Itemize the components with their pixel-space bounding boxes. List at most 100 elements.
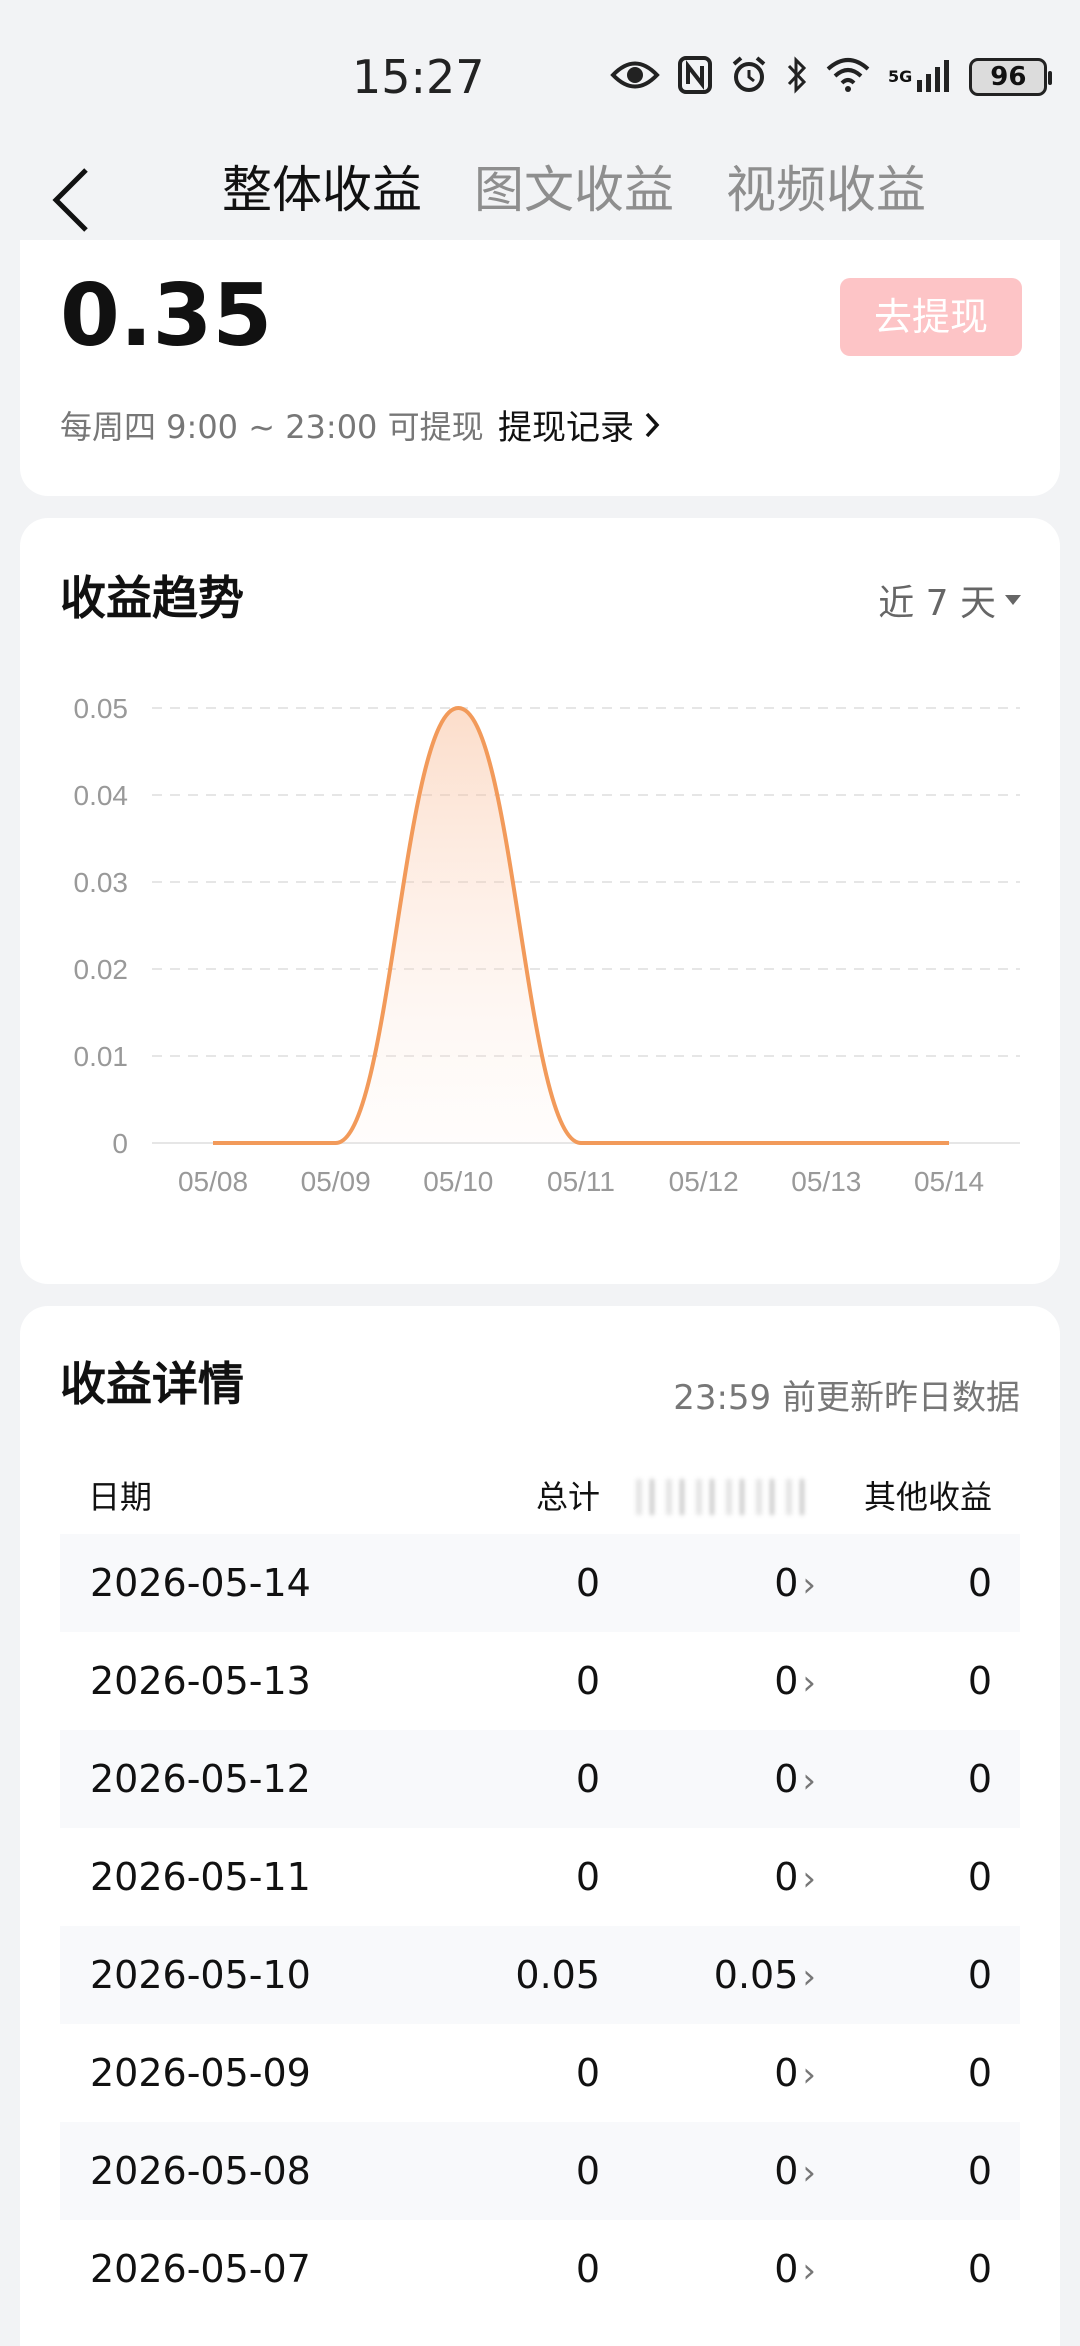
cell-date-value: 2026-05-14	[90, 1561, 311, 1605]
x-tick-label: 05/10	[423, 1166, 493, 1197]
nfc-icon	[678, 56, 712, 98]
chevron-right-icon	[642, 410, 662, 440]
detail-title: 收益详情	[60, 1348, 244, 1414]
table-row: 2026-05-0700›0	[60, 2220, 1020, 2318]
cell-other-value: 0	[968, 1659, 992, 1703]
cell-other: 0	[820, 1953, 1020, 1997]
y-tick-label: 0.02	[74, 954, 129, 985]
x-tick-label: 05/14	[914, 1166, 984, 1197]
trend-card: 收益趋势 近 7 天 0.050.040.030.020.010 05/0805…	[20, 518, 1060, 1284]
cell-mid-value: 0	[774, 1561, 798, 1605]
cell-date: 2026-05-12	[60, 1757, 500, 1801]
cell-mid[interactable]: 0›	[600, 2051, 820, 2095]
column-date: 日期	[60, 1472, 500, 1518]
cell-mid[interactable]: 0›	[600, 1855, 820, 1899]
cell-total-value: 0	[576, 2149, 600, 2193]
cell-total: 0	[500, 1659, 600, 1703]
cell-mid[interactable]: 0›	[600, 1659, 820, 1703]
cell-mid-value: 0	[774, 1757, 798, 1801]
chevron-right-icon: ›	[802, 1957, 816, 1997]
cell-other: 0	[820, 2051, 1020, 2095]
cell-mid-value: 0	[774, 2051, 798, 2095]
withdraw-button[interactable]: 去提现	[840, 278, 1022, 356]
y-tick-label: 0.03	[74, 867, 129, 898]
cell-other: 0	[820, 2149, 1020, 2193]
cell-mid-value: 0	[774, 2247, 798, 2291]
back-button[interactable]	[48, 164, 98, 234]
cell-other: 0	[820, 1855, 1020, 1899]
cell-date: 2026-05-07	[60, 2247, 500, 2291]
cell-total-value: 0.05	[515, 1953, 600, 1997]
tab-video-earnings[interactable]: 视频收益	[726, 150, 926, 222]
trend-chart: 0.050.040.030.020.010 05/0805/0905/1005/…	[20, 518, 1060, 1284]
cell-date-value: 2026-05-11	[90, 1855, 311, 1899]
chevron-right-icon: ›	[802, 2251, 816, 2291]
cell-other-value: 0	[968, 2247, 992, 2291]
cell-total-value: 0	[576, 1659, 600, 1703]
table-row: 2026-05-1100›0	[60, 1828, 1020, 1926]
chart-series-line	[213, 708, 949, 1143]
cell-total-value: 0	[576, 1757, 600, 1801]
cell-date: 2026-05-09	[60, 2051, 500, 2095]
chevron-right-icon: ›	[802, 2153, 816, 2193]
cell-date: 2026-05-10	[60, 1953, 500, 1997]
status-icons: 5G 96	[610, 52, 1047, 102]
cell-date-value: 2026-05-08	[90, 2149, 311, 2193]
top-nav: 整体收益 图文收益 视频收益	[0, 140, 1080, 240]
cell-total: 0	[500, 2149, 600, 2193]
table-row: 2026-05-0900›0	[60, 2024, 1020, 2122]
update-note: 23:59 前更新昨日数据	[673, 1370, 1020, 1419]
cell-date-value: 2026-05-12	[90, 1757, 311, 1801]
cell-mid[interactable]: 0.05›	[600, 1953, 820, 1997]
cell-total: 0	[500, 1561, 600, 1605]
withdraw-record-link[interactable]: 提现记录	[498, 400, 662, 449]
cell-mid-value: 0	[774, 1855, 798, 1899]
cell-date-value: 2026-05-07	[90, 2247, 311, 2291]
table-row: 2026-05-1300›0	[60, 1632, 1020, 1730]
tab-overall-earnings[interactable]: 整体收益	[222, 150, 422, 222]
tab-article-earnings[interactable]: 图文收益	[474, 150, 674, 222]
cell-date: 2026-05-13	[60, 1659, 500, 1703]
status-bar: 15:27 5G 96	[0, 0, 1080, 140]
column-total: 总计	[500, 1472, 600, 1518]
earnings-table: 日期 总计 其他收益 2026-05-1400›02026-05-1300›02…	[60, 1456, 1020, 2318]
cell-mid[interactable]: 0›	[600, 2247, 820, 2291]
table-row: 2026-05-0800›0	[60, 2122, 1020, 2220]
cell-mid-value: 0	[774, 2149, 798, 2193]
cell-mid[interactable]: 0›	[600, 1561, 820, 1605]
chevron-left-icon	[48, 164, 98, 234]
cell-mid-value: 0.05	[714, 1953, 799, 1997]
cell-mid[interactable]: 0›	[600, 1757, 820, 1801]
balance-card: 0.35 去提现 每周四 9:00 ~ 23:00 可提现 提现记录	[20, 240, 1060, 496]
tab-bar: 整体收益 图文收益 视频收益	[222, 150, 978, 222]
cell-other: 0	[820, 2247, 1020, 2291]
wifi-icon	[826, 57, 870, 97]
column-other: 其他收益	[820, 1472, 1020, 1518]
cell-mid-value: 0	[774, 1659, 798, 1703]
cell-other-value: 0	[968, 1561, 992, 1605]
chart-area-fill	[213, 708, 949, 1143]
bluetooth-icon	[786, 56, 808, 98]
chevron-right-icon: ›	[802, 2055, 816, 2095]
cell-total: 0	[500, 2051, 600, 2095]
y-tick-label: 0.04	[74, 780, 129, 811]
cell-other-value: 0	[968, 1855, 992, 1899]
cell-date-value: 2026-05-10	[90, 1953, 311, 1997]
cell-total: 0	[500, 2247, 600, 2291]
y-tick-label: 0.05	[74, 693, 129, 724]
cell-date: 2026-05-14	[60, 1561, 500, 1605]
cell-mid[interactable]: 0›	[600, 2149, 820, 2193]
signal-icon: 5G	[888, 58, 951, 96]
cell-other-value: 0	[968, 1953, 992, 1997]
x-tick-label: 05/11	[547, 1166, 615, 1197]
cell-total: 0	[500, 1855, 600, 1899]
column-blurred	[600, 1476, 820, 1515]
alarm-icon	[730, 56, 768, 98]
table-body: 2026-05-1400›02026-05-1300›02026-05-1200…	[60, 1534, 1020, 2318]
eye-icon	[610, 58, 660, 96]
chevron-right-icon: ›	[802, 1565, 816, 1605]
blurred-header	[636, 1479, 816, 1515]
cell-date: 2026-05-11	[60, 1855, 500, 1899]
cell-total-value: 0	[576, 1561, 600, 1605]
x-tick-label: 05/08	[178, 1166, 248, 1197]
